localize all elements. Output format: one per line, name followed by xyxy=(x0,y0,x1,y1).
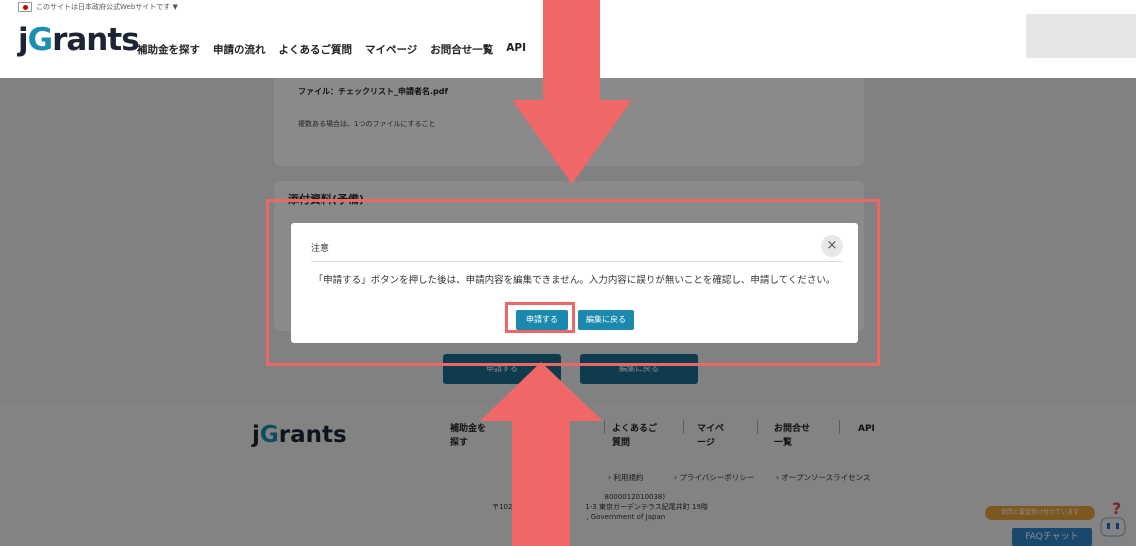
up-arrow-head xyxy=(480,362,603,421)
up-arrow-annotation xyxy=(480,362,603,546)
up-arrow-shaft xyxy=(512,421,570,546)
